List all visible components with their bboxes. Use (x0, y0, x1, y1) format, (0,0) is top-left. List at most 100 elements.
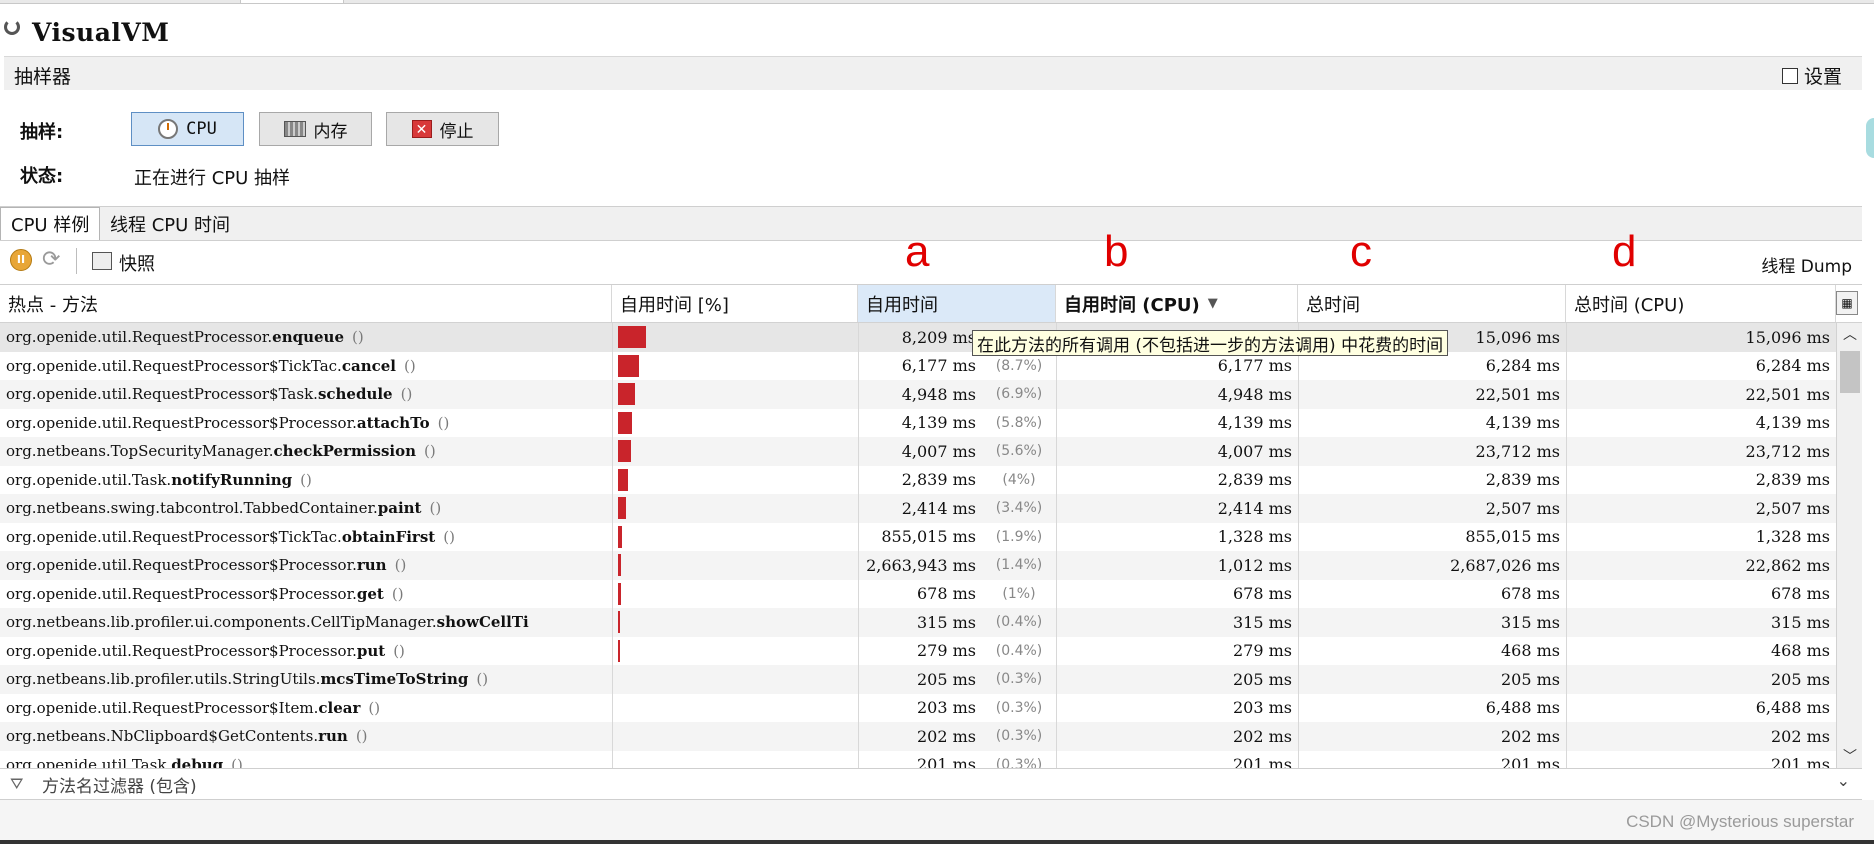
table-row[interactable]: org.openide.util.RequestProcessor$TickTa… (0, 522, 1836, 551)
table-row[interactable]: org.openide.util.RequestProcessor$Proces… (0, 579, 1836, 608)
method-identifier: get (356, 584, 384, 603)
column-self-time[interactable]: 自用时间 (858, 285, 1056, 322)
sort-desc-icon: ▼ (1207, 296, 1218, 311)
total-cpu-value: 678 ms (1566, 579, 1836, 608)
settings-checkbox[interactable] (1781, 67, 1798, 84)
scroll-down-icon[interactable]: ﹀ (1837, 745, 1862, 769)
self-time-value: 2,414 ms (858, 494, 982, 523)
table-row[interactable]: org.netbeans.lib.profiler.utils.StringUt… (0, 665, 1836, 694)
column-selector-icon[interactable]: ▦ (1836, 291, 1858, 315)
column-self-pct[interactable]: 自用时间 [%] (612, 285, 858, 322)
chevron-down-icon[interactable]: ⌄ (1837, 771, 1850, 790)
refresh-icon[interactable]: ⟳ (42, 249, 66, 271)
self-time-value: 205 ms (858, 665, 982, 694)
column-self-cpu[interactable]: 自用时间 (CPU) ▼ (1056, 285, 1298, 322)
table-row[interactable]: org.netbeans.lib.profiler.ui.components.… (0, 608, 1836, 637)
bottom-border (0, 840, 1874, 844)
table-row[interactable]: org.openide.util.RequestProcessor$Proces… (0, 636, 1836, 665)
tab-cpu-samples[interactable]: CPU 样例 (0, 207, 101, 240)
method-package: org.openide.util.RequestProcessor$Proces… (6, 584, 357, 603)
method-package: org.openide.util.RequestProcessor$TickTa… (6, 356, 342, 375)
total-cpu-value: 2,507 ms (1566, 494, 1836, 523)
self-pct-bar (618, 440, 631, 463)
self-cpu-value: 2,839 ms (1056, 465, 1298, 494)
method-package: org.openide.util.Task. (6, 755, 172, 769)
table-row[interactable]: org.netbeans.NbClipboard$GetContents. run… (0, 722, 1836, 751)
tab-thread-cpu-time[interactable]: 线程 CPU 时间 (100, 207, 240, 240)
status-label: 状态: (20, 166, 64, 187)
total-time-value: 2,839 ms (1298, 465, 1566, 494)
cpu-sample-button[interactable]: CPU (131, 112, 244, 146)
table-row[interactable]: org.openide.util.Task. notifyRunning () 2,8… (0, 465, 1836, 494)
method-package: org.netbeans.lib.profiler.utils.StringUt… (6, 670, 321, 689)
filter-input[interactable]: 方法名过滤器 (包含) (42, 772, 197, 797)
table-row[interactable]: org.openide.util.RequestProcessor$Item. c… (0, 693, 1836, 722)
self-pct-cell (612, 323, 858, 352)
method-identifier: notifyRunning (171, 470, 293, 489)
pause-icon[interactable]: II (10, 249, 32, 271)
total-time-value: 22,501 ms (1298, 380, 1566, 409)
column-tooltip: 在此方法的所有调用 (不包括进一步的方法调用) 中花费的时间 (972, 330, 1449, 356)
total-time-value: 2,507 ms (1298, 494, 1566, 523)
total-cpu-value: 468 ms (1566, 636, 1836, 665)
self-time-value: 4,948 ms (858, 380, 982, 409)
self-pct-bar (618, 383, 635, 406)
column-total[interactable]: 总时间 (1298, 285, 1566, 322)
snapshot-button-label[interactable]: 快照 (119, 250, 155, 276)
settings-toggle[interactable]: 设置 (1781, 62, 1842, 89)
scroll-thumb[interactable] (1840, 351, 1860, 393)
self-cpu-value: 2,414 ms (1056, 494, 1298, 523)
column-method[interactable]: 热点 - 方法 (0, 285, 612, 322)
clock-icon (158, 119, 179, 139)
self-pct-cell (612, 608, 858, 637)
vertical-scrollbar[interactable]: ︿ ﹀ (1836, 323, 1862, 769)
method-args: () (429, 499, 442, 518)
scroll-up-icon[interactable]: ︿ (1837, 323, 1862, 347)
settings-label: 设置 (1803, 66, 1842, 88)
method-args: () (352, 328, 364, 347)
loading-spinner-icon (4, 19, 20, 35)
method-filter[interactable]: ⛛ 方法名过滤器 (包含) ⌄ (0, 768, 1862, 800)
snapshot-icon[interactable] (92, 252, 112, 270)
method-identifier: schedule (317, 385, 393, 404)
total-cpu-value: 23,712 ms (1566, 437, 1836, 466)
self-time-value: 202 ms (858, 722, 982, 751)
filter-icon[interactable]: ⛛ (10, 774, 28, 793)
total-cpu-value: 2,839 ms (1566, 465, 1836, 494)
method-name: org.netbeans.lib.profiler.ui.components.… (0, 608, 612, 637)
thread-dump-button[interactable]: 线程 Dump (1761, 252, 1852, 277)
memory-sample-button[interactable]: 内存 (259, 112, 372, 146)
stop-button[interactable]: ✕ 停止 (386, 112, 499, 146)
total-time-value: 315 ms (1298, 608, 1566, 637)
method-args: () (355, 727, 368, 746)
footer-area (0, 800, 1874, 844)
table-row[interactable]: org.openide.util.RequestProcessor. enqueu… (0, 323, 1836, 352)
method-package: org.netbeans.lib.profiler.ui.components.… (6, 613, 437, 632)
table-row[interactable]: org.openide.util.RequestProcessor$Task. s… (0, 380, 1836, 409)
self-pct-cell (612, 636, 858, 665)
table-row[interactable]: org.openide.util.RequestProcessor$Proces… (0, 408, 1836, 437)
total-time-value: 202 ms (1298, 722, 1566, 751)
method-package: org.openide.util.RequestProcessor. (6, 328, 273, 347)
self-cpu-value: 279 ms (1056, 636, 1298, 665)
table-row[interactable]: org.openide.util.RequestProcessor$TickTa… (0, 351, 1836, 380)
document-tab[interactable] (240, 0, 344, 3)
view-tabs: CPU 样例 线程 CPU 时间 (0, 206, 1862, 241)
method-args: () (368, 698, 381, 717)
table-row[interactable]: org.openide.util.Task. debug () 201 ms (0.3%… (0, 750, 1836, 769)
toolbar-divider (76, 248, 77, 274)
table-row[interactable]: org.netbeans.TopSecurityManager. checkPer… (0, 437, 1836, 466)
column-total-cpu[interactable]: 总时间 (CPU) (1566, 285, 1836, 322)
self-pct-bar (618, 582, 621, 605)
method-package: org.netbeans.swing.tabcontrol.TabbedCont… (6, 499, 378, 518)
total-cpu-value: 15,096 ms (1566, 323, 1836, 352)
watermark: CSDN @Mysterious superstar (1626, 812, 1854, 831)
table-row[interactable]: org.netbeans.swing.tabcontrol.TabbedCont… (0, 494, 1836, 523)
sampler-header: 抽样器 设置 (4, 56, 1862, 90)
method-name: org.openide.util.RequestProcessor. enqueu… (0, 323, 612, 352)
method-identifier: debug (171, 755, 224, 769)
self-time-value: 6,177 ms (858, 351, 982, 380)
total-time-value: 4,139 ms (1298, 408, 1566, 437)
table-row[interactable]: org.openide.util.RequestProcessor$Proces… (0, 551, 1836, 580)
method-name: org.netbeans.NbClipboard$GetContents. run… (0, 722, 612, 751)
